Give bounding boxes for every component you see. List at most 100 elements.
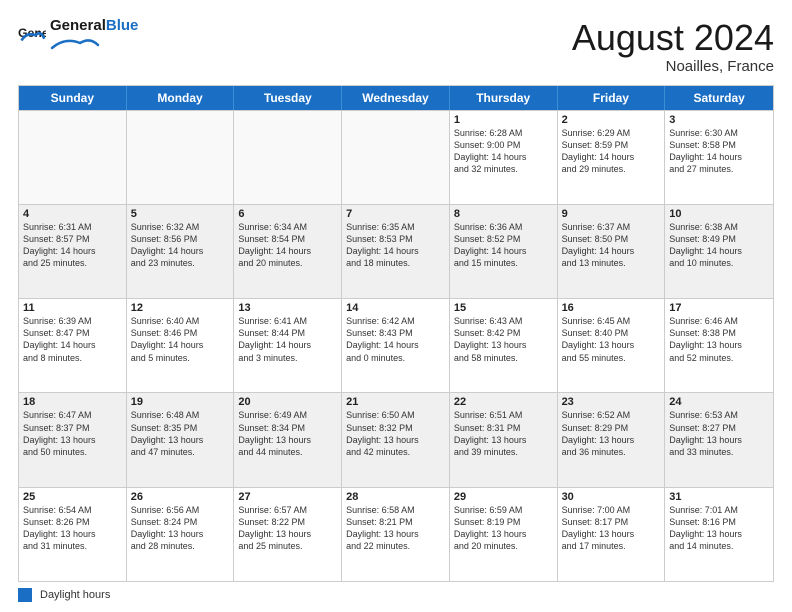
day-info: Sunrise: 6:31 AM Sunset: 8:57 PM Dayligh… [23,221,122,270]
cal-cell-14: 14Sunrise: 6:42 AM Sunset: 8:43 PM Dayli… [342,299,450,392]
cal-header-sunday: Sunday [19,86,127,110]
day-info: Sunrise: 6:52 AM Sunset: 8:29 PM Dayligh… [562,409,661,458]
header: General GeneralBlue August 2024 Noailles… [18,18,774,75]
day-info: Sunrise: 6:32 AM Sunset: 8:56 PM Dayligh… [131,221,230,270]
day-number: 11 [23,302,122,314]
cal-cell-18: 18Sunrise: 6:47 AM Sunset: 8:37 PM Dayli… [19,393,127,486]
day-info: Sunrise: 6:29 AM Sunset: 8:59 PM Dayligh… [562,127,661,176]
cal-header-monday: Monday [127,86,235,110]
day-info: Sunrise: 6:47 AM Sunset: 8:37 PM Dayligh… [23,409,122,458]
cal-cell-20: 20Sunrise: 6:49 AM Sunset: 8:34 PM Dayli… [234,393,342,486]
day-number: 8 [454,208,553,220]
day-info: Sunrise: 6:50 AM Sunset: 8:32 PM Dayligh… [346,409,445,458]
day-number: 15 [454,302,553,314]
calendar: SundayMondayTuesdayWednesdayThursdayFrid… [18,85,774,582]
day-info: Sunrise: 6:30 AM Sunset: 8:58 PM Dayligh… [669,127,769,176]
cal-header-friday: Friday [558,86,666,110]
cal-cell-2: 2Sunrise: 6:29 AM Sunset: 8:59 PM Daylig… [558,111,666,204]
day-number: 14 [346,302,445,314]
day-info: Sunrise: 6:46 AM Sunset: 8:38 PM Dayligh… [669,315,769,364]
cal-cell-9: 9Sunrise: 6:37 AM Sunset: 8:50 PM Daylig… [558,205,666,298]
cal-cell-1: 1Sunrise: 6:28 AM Sunset: 9:00 PM Daylig… [450,111,558,204]
day-number: 5 [131,208,230,220]
title-block: August 2024 Noailles, France [572,18,774,75]
day-info: Sunrise: 6:34 AM Sunset: 8:54 PM Dayligh… [238,221,337,270]
cal-row-3: 18Sunrise: 6:47 AM Sunset: 8:37 PM Dayli… [19,392,773,486]
cal-row-0: 1Sunrise: 6:28 AM Sunset: 9:00 PM Daylig… [19,110,773,204]
cal-cell-30: 30Sunrise: 7:00 AM Sunset: 8:17 PM Dayli… [558,488,666,581]
day-info: Sunrise: 6:54 AM Sunset: 8:26 PM Dayligh… [23,504,122,553]
day-number: 22 [454,396,553,408]
calendar-header: SundayMondayTuesdayWednesdayThursdayFrid… [19,86,773,110]
cal-cell-27: 27Sunrise: 6:57 AM Sunset: 8:22 PM Dayli… [234,488,342,581]
day-number: 18 [23,396,122,408]
cal-cell-31: 31Sunrise: 7:01 AM Sunset: 8:16 PM Dayli… [665,488,773,581]
cal-cell-23: 23Sunrise: 6:52 AM Sunset: 8:29 PM Dayli… [558,393,666,486]
day-info: Sunrise: 6:40 AM Sunset: 8:46 PM Dayligh… [131,315,230,364]
day-number: 28 [346,491,445,503]
cal-cell-3: 3Sunrise: 6:30 AM Sunset: 8:58 PM Daylig… [665,111,773,204]
day-number: 27 [238,491,337,503]
logo-general: General [50,17,106,34]
cal-cell-16: 16Sunrise: 6:45 AM Sunset: 8:40 PM Dayli… [558,299,666,392]
legend-color-box [18,588,32,602]
cal-cell-21: 21Sunrise: 6:50 AM Sunset: 8:32 PM Dayli… [342,393,450,486]
day-number: 19 [131,396,230,408]
cal-cell-empty-0-3 [342,111,450,204]
day-number: 9 [562,208,661,220]
cal-cell-22: 22Sunrise: 6:51 AM Sunset: 8:31 PM Dayli… [450,393,558,486]
day-info: Sunrise: 7:01 AM Sunset: 8:16 PM Dayligh… [669,504,769,553]
day-info: Sunrise: 7:00 AM Sunset: 8:17 PM Dayligh… [562,504,661,553]
day-info: Sunrise: 6:28 AM Sunset: 9:00 PM Dayligh… [454,127,553,176]
location: Noailles, France [572,58,774,75]
cal-cell-15: 15Sunrise: 6:43 AM Sunset: 8:42 PM Dayli… [450,299,558,392]
day-number: 29 [454,491,553,503]
day-number: 31 [669,491,769,503]
cal-cell-7: 7Sunrise: 6:35 AM Sunset: 8:53 PM Daylig… [342,205,450,298]
day-info: Sunrise: 6:35 AM Sunset: 8:53 PM Dayligh… [346,221,445,270]
day-number: 10 [669,208,769,220]
day-number: 7 [346,208,445,220]
cal-cell-11: 11Sunrise: 6:39 AM Sunset: 8:47 PM Dayli… [19,299,127,392]
day-info: Sunrise: 6:37 AM Sunset: 8:50 PM Dayligh… [562,221,661,270]
cal-cell-28: 28Sunrise: 6:58 AM Sunset: 8:21 PM Dayli… [342,488,450,581]
day-info: Sunrise: 6:58 AM Sunset: 8:21 PM Dayligh… [346,504,445,553]
cal-header-thursday: Thursday [450,86,558,110]
cal-cell-29: 29Sunrise: 6:59 AM Sunset: 8:19 PM Dayli… [450,488,558,581]
day-info: Sunrise: 6:56 AM Sunset: 8:24 PM Dayligh… [131,504,230,553]
day-number: 13 [238,302,337,314]
cal-cell-5: 5Sunrise: 6:32 AM Sunset: 8:56 PM Daylig… [127,205,235,298]
day-info: Sunrise: 6:41 AM Sunset: 8:44 PM Dayligh… [238,315,337,364]
day-info: Sunrise: 6:42 AM Sunset: 8:43 PM Dayligh… [346,315,445,364]
page: General GeneralBlue August 2024 Noailles… [0,0,792,612]
day-number: 16 [562,302,661,314]
day-number: 26 [131,491,230,503]
day-number: 4 [23,208,122,220]
cal-cell-26: 26Sunrise: 6:56 AM Sunset: 8:24 PM Dayli… [127,488,235,581]
day-info: Sunrise: 6:51 AM Sunset: 8:31 PM Dayligh… [454,409,553,458]
cal-cell-19: 19Sunrise: 6:48 AM Sunset: 8:35 PM Dayli… [127,393,235,486]
day-info: Sunrise: 6:45 AM Sunset: 8:40 PM Dayligh… [562,315,661,364]
cal-header-tuesday: Tuesday [234,86,342,110]
logo-blue: Blue [106,17,139,34]
cal-header-wednesday: Wednesday [342,86,450,110]
cal-cell-12: 12Sunrise: 6:40 AM Sunset: 8:46 PM Dayli… [127,299,235,392]
day-info: Sunrise: 6:36 AM Sunset: 8:52 PM Dayligh… [454,221,553,270]
cal-cell-10: 10Sunrise: 6:38 AM Sunset: 8:49 PM Dayli… [665,205,773,298]
day-number: 17 [669,302,769,314]
cal-cell-13: 13Sunrise: 6:41 AM Sunset: 8:44 PM Dayli… [234,299,342,392]
day-number: 2 [562,114,661,126]
day-info: Sunrise: 6:39 AM Sunset: 8:47 PM Dayligh… [23,315,122,364]
cal-cell-6: 6Sunrise: 6:34 AM Sunset: 8:54 PM Daylig… [234,205,342,298]
cal-header-saturday: Saturday [665,86,773,110]
day-number: 21 [346,396,445,408]
day-number: 1 [454,114,553,126]
cal-cell-8: 8Sunrise: 6:36 AM Sunset: 8:52 PM Daylig… [450,205,558,298]
cal-cell-24: 24Sunrise: 6:53 AM Sunset: 8:27 PM Dayli… [665,393,773,486]
cal-row-2: 11Sunrise: 6:39 AM Sunset: 8:47 PM Dayli… [19,298,773,392]
calendar-body: 1Sunrise: 6:28 AM Sunset: 9:00 PM Daylig… [19,110,773,581]
month-year: August 2024 [572,18,774,58]
cal-cell-empty-0-1 [127,111,235,204]
logo: General GeneralBlue [18,18,138,56]
day-info: Sunrise: 6:53 AM Sunset: 8:27 PM Dayligh… [669,409,769,458]
